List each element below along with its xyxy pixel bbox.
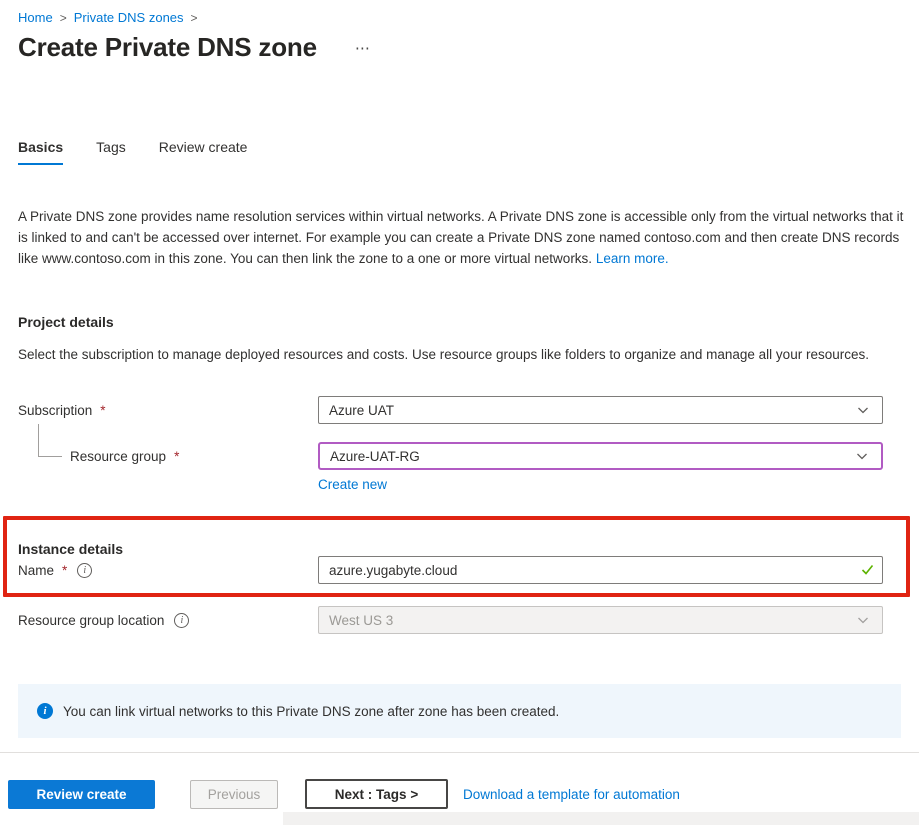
review-create-button[interactable]: Review create (8, 780, 155, 809)
project-details-heading: Project details (18, 314, 114, 330)
valid-check-icon (861, 564, 874, 576)
download-template-link[interactable]: Download a template for automation (463, 787, 680, 802)
subscription-label-text: Subscription (18, 403, 92, 418)
background-strip (283, 812, 919, 825)
name-label: Name * i (18, 563, 318, 578)
required-asterisk: * (62, 563, 67, 578)
chevron-down-icon (856, 613, 870, 627)
breadcrumb-separator-icon: > (191, 11, 198, 25)
chevron-down-icon (856, 403, 870, 417)
info-banner-text: You can link virtual networks to this Pr… (63, 704, 559, 719)
intro-text: A Private DNS zone provides name resolut… (18, 209, 903, 266)
subscription-row: Subscription * Azure UAT (18, 396, 901, 424)
more-options-icon[interactable]: ⋯ (351, 37, 375, 59)
next-tags-button[interactable]: Next : Tags > (305, 779, 448, 809)
page-header: Create Private DNS zone ⋯ (18, 32, 375, 63)
subscription-value: Azure UAT (329, 403, 394, 418)
tab-basics[interactable]: Basics (18, 139, 63, 165)
wizard-tabs: Basics Tags Review create (18, 139, 247, 165)
resource-group-location-dropdown: West US 3 (318, 606, 883, 634)
name-input[interactable] (318, 556, 883, 584)
required-asterisk: * (100, 403, 105, 418)
breadcrumb-link-home[interactable]: Home (18, 10, 53, 25)
info-icon[interactable]: i (174, 613, 189, 628)
previous-button: Previous (190, 780, 278, 809)
resource-group-label: Resource group * (18, 449, 318, 464)
instance-details-heading: Instance details (18, 541, 123, 557)
chevron-down-icon (855, 449, 869, 463)
info-banner-icon: i (37, 703, 53, 719)
footer-divider (0, 752, 919, 753)
name-row: Name * i (18, 556, 901, 584)
resource-group-location-value: West US 3 (329, 613, 393, 628)
project-details-description: Select the subscription to manage deploy… (18, 344, 904, 365)
resource-group-dropdown[interactable]: Azure-UAT-RG (318, 442, 883, 470)
resource-group-label-text: Resource group (70, 449, 166, 464)
breadcrumb-link-private-dns-zones[interactable]: Private DNS zones (74, 10, 184, 25)
resource-group-location-label-text: Resource group location (18, 613, 164, 628)
learn-more-link[interactable]: Learn more. (596, 251, 669, 266)
name-input-wrap (318, 556, 883, 584)
tab-review-create[interactable]: Review create (159, 139, 248, 165)
breadcrumb-separator-icon: > (60, 11, 67, 25)
create-new-link[interactable]: Create new (318, 477, 387, 492)
intro-description: A Private DNS zone provides name resolut… (18, 206, 904, 269)
name-label-text: Name (18, 563, 54, 578)
info-icon[interactable]: i (77, 563, 92, 578)
required-asterisk: * (174, 449, 179, 464)
create-private-dns-zone-page: Home > Private DNS zones > Create Privat… (0, 0, 919, 825)
subscription-dropdown[interactable]: Azure UAT (318, 396, 883, 424)
resource-group-location-label: Resource group location i (18, 613, 318, 628)
resource-group-row: Resource group * Azure-UAT-RG (18, 442, 901, 470)
footer-actions: Review create Previous Next : Tags > Dow… (8, 779, 680, 809)
resource-group-location-row: Resource group location i West US 3 (18, 606, 901, 634)
resource-group-value: Azure-UAT-RG (330, 449, 420, 464)
subscription-label: Subscription * (18, 403, 318, 418)
page-title: Create Private DNS zone (18, 32, 317, 63)
tab-tags[interactable]: Tags (96, 139, 126, 165)
breadcrumb: Home > Private DNS zones > (18, 10, 198, 25)
info-banner: i You can link virtual networks to this … (18, 684, 901, 738)
